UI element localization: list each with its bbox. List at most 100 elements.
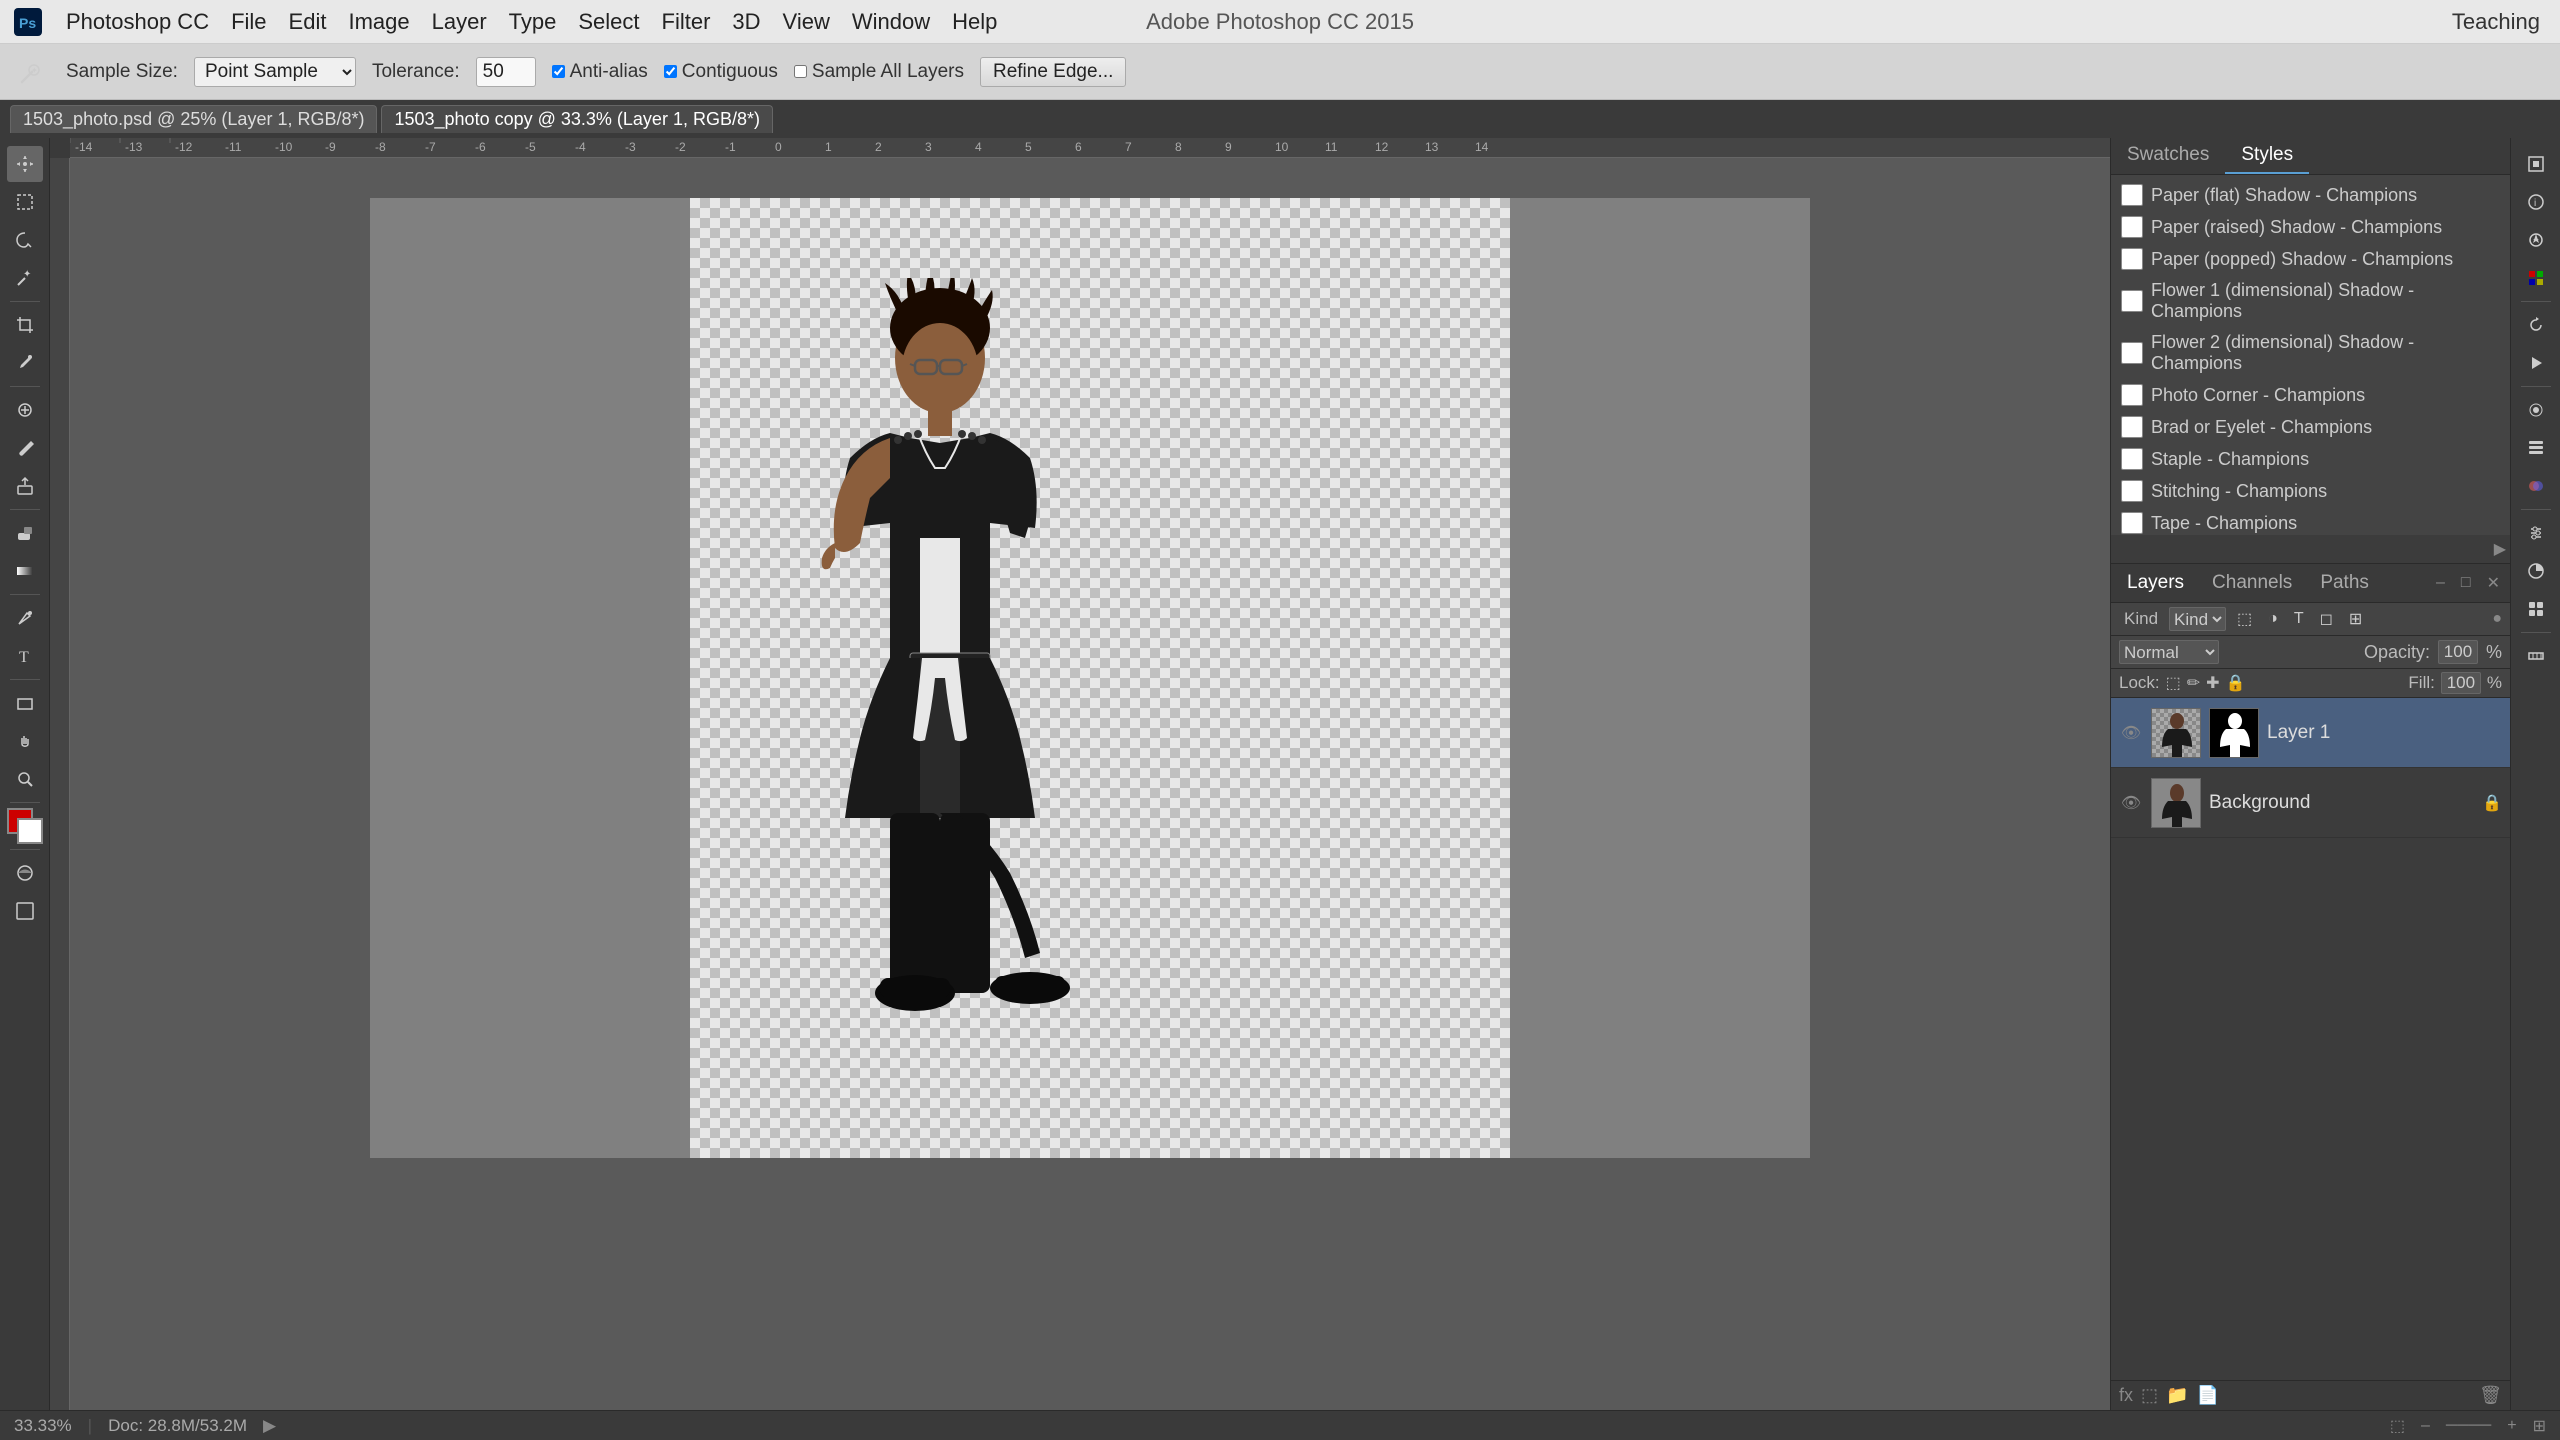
menu-3d[interactable]: 3D <box>722 5 770 39</box>
add-mask-icon[interactable]: ⬚ <box>2141 1385 2158 1406</box>
minimize-panel-icon[interactable]: – <box>2434 572 2447 594</box>
anti-alias-wrap[interactable]: Anti-alias <box>552 61 648 83</box>
tab-paths[interactable]: Paths <box>2312 568 2377 598</box>
healing-tool[interactable] <box>7 392 43 428</box>
layer-visibility-toggle[interactable]: 👁 <box>2119 721 2143 745</box>
style-item[interactable]: Tape - Champions <box>2111 507 2510 535</box>
brush-settings-icon[interactable] <box>2518 392 2554 428</box>
artboard-icon[interactable]: ⬚ <box>2390 1416 2405 1436</box>
clone-stamp-tool[interactable] <box>7 468 43 504</box>
menu-filter[interactable]: Filter <box>652 5 721 39</box>
menu-edit[interactable]: Edit <box>279 5 337 39</box>
color-boxes[interactable] <box>7 808 43 844</box>
menu-window[interactable]: Window <box>842 5 940 39</box>
crop-tool[interactable] <box>7 307 43 343</box>
adjustment-filter-icon[interactable]: ◑ <box>2263 608 2283 630</box>
lasso-tool[interactable] <box>7 222 43 258</box>
fill-input[interactable] <box>2441 672 2481 694</box>
maximize-panel-icon[interactable]: □ <box>2459 572 2473 594</box>
sample-size-select[interactable]: Point Sample 3 by 3 Average 5 by 5 Avera… <box>194 57 356 87</box>
anti-alias-checkbox[interactable] <box>552 65 565 78</box>
refine-edge-button[interactable]: Refine Edge... <box>980 57 1126 87</box>
zoom-out-status-icon[interactable]: – <box>2421 1417 2430 1435</box>
zoom-tool[interactable] <box>7 761 43 797</box>
pixel-filter-icon[interactable]: ⬚ <box>2232 607 2257 631</box>
new-group-icon[interactable]: 📁 <box>2166 1385 2188 1406</box>
styles-panel-icon[interactable] <box>2518 591 2554 627</box>
shape-tool[interactable] <box>7 685 43 721</box>
channels-mini-icon[interactable] <box>2518 468 2554 504</box>
screen-mode-button[interactable] <box>7 893 43 929</box>
layer-visibility-toggle[interactable]: 👁 <box>2119 791 2143 815</box>
style-item[interactable]: Flower 1 (dimensional) Shadow - Champion… <box>2111 275 2510 327</box>
lock-pixels-icon[interactable]: ⬚ <box>2166 673 2181 693</box>
menu-photoshop[interactable]: Photoshop CC <box>56 5 219 39</box>
menu-layer[interactable]: Layer <box>422 5 497 39</box>
canvas-transparent-area[interactable] <box>690 198 1510 1158</box>
style-item[interactable]: Paper (raised) Shadow - Champions <box>2111 211 2510 243</box>
arrow-icon[interactable]: ▶ <box>263 1416 276 1436</box>
quick-mask-button[interactable] <box>7 855 43 891</box>
marquee-tool[interactable] <box>7 184 43 220</box>
menu-type[interactable]: Type <box>499 5 567 39</box>
eyedropper-tool[interactable] <box>7 345 43 381</box>
background-color[interactable] <box>17 818 43 844</box>
tolerance-input[interactable] <box>476 57 536 87</box>
zoom-in-status-icon[interactable]: + <box>2507 1417 2516 1435</box>
opacity-input[interactable] <box>2438 640 2478 664</box>
menu-select[interactable]: Select <box>568 5 649 39</box>
style-item[interactable]: Photo Corner - Champions <box>2111 379 2510 411</box>
tab-1503-photo[interactable]: 1503_photo.psd @ 25% (Layer 1, RGB/8*) <box>10 105 377 133</box>
new-layer-icon[interactable]: 📄 <box>2196 1385 2218 1406</box>
menu-help[interactable]: Help <box>942 5 1007 39</box>
tab-swatches[interactable]: Swatches <box>2111 138 2225 174</box>
properties-icon[interactable] <box>2518 515 2554 551</box>
menu-file[interactable]: File <box>221 5 276 39</box>
tab-layers[interactable]: Layers <box>2119 568 2192 598</box>
filter-kind-select[interactable]: Kind <box>2169 607 2226 631</box>
zoom-slider[interactable]: ──── <box>2446 1417 2491 1435</box>
canvas-content[interactable] <box>70 158 2110 1410</box>
hand-tool[interactable] <box>7 723 43 759</box>
smart-filter-icon[interactable]: ⊞ <box>2344 607 2367 631</box>
color-icon[interactable] <box>2518 222 2554 258</box>
shape-filter-icon[interactable]: ◻ <box>2315 607 2338 631</box>
adjustments-icon[interactable] <box>2518 553 2554 589</box>
sample-all-layers-wrap[interactable]: Sample All Layers <box>794 61 964 83</box>
swatches-icon[interactable] <box>2518 260 2554 296</box>
actions-icon[interactable] <box>2518 345 2554 381</box>
style-item[interactable]: Paper (flat) Shadow - Champions <box>2111 179 2510 211</box>
style-item[interactable]: Stitching - Champions <box>2111 475 2510 507</box>
layer-row-background[interactable]: 👁 Background 🔒 <box>2111 768 2510 838</box>
type-tool[interactable]: T <box>7 638 43 674</box>
expand-arrow-icon[interactable]: ▶ <box>2494 539 2506 559</box>
menu-view[interactable]: View <box>773 5 840 39</box>
gradient-tool[interactable] <box>7 553 43 589</box>
delete-layer-icon[interactable]: 🗑 <box>2479 1385 2502 1406</box>
type-filter-icon[interactable]: T <box>2289 608 2309 630</box>
layers-icon[interactable] <box>2518 430 2554 466</box>
move-tool[interactable] <box>7 146 43 182</box>
timeline-icon[interactable] <box>2518 638 2554 674</box>
lock-position-icon[interactable]: ✏ <box>2187 673 2200 693</box>
history-icon[interactable] <box>2518 307 2554 343</box>
lock-move-icon[interactable]: ✚ <box>2206 673 2219 693</box>
fit-icon[interactable]: ⊞ <box>2533 1416 2546 1436</box>
style-item[interactable]: Flower 2 (dimensional) Shadow - Champion… <box>2111 327 2510 379</box>
pen-tool[interactable] <box>7 600 43 636</box>
blend-mode-select[interactable]: Normal <box>2119 640 2219 664</box>
lock-all-icon[interactable]: 🔒 <box>2226 673 2246 693</box>
contiguous-wrap[interactable]: Contiguous <box>664 61 778 83</box>
contiguous-checkbox[interactable] <box>664 65 677 78</box>
info-icon[interactable]: i <box>2518 184 2554 220</box>
menu-image[interactable]: Image <box>338 5 419 39</box>
add-layer-fx-icon[interactable]: fx <box>2119 1385 2133 1406</box>
style-item[interactable]: Paper (popped) Shadow - Champions <box>2111 243 2510 275</box>
style-item[interactable]: Brad or Eyelet - Champions <box>2111 411 2510 443</box>
eraser-tool[interactable] <box>7 515 43 551</box>
tab-1503-photo-copy[interactable]: 1503_photo copy @ 33.3% (Layer 1, RGB/8*… <box>381 105 772 133</box>
style-item[interactable]: Staple - Champions <box>2111 443 2510 475</box>
brush-tool[interactable] <box>7 430 43 466</box>
tab-styles[interactable]: Styles <box>2225 138 2309 174</box>
sample-all-layers-checkbox[interactable] <box>794 65 807 78</box>
